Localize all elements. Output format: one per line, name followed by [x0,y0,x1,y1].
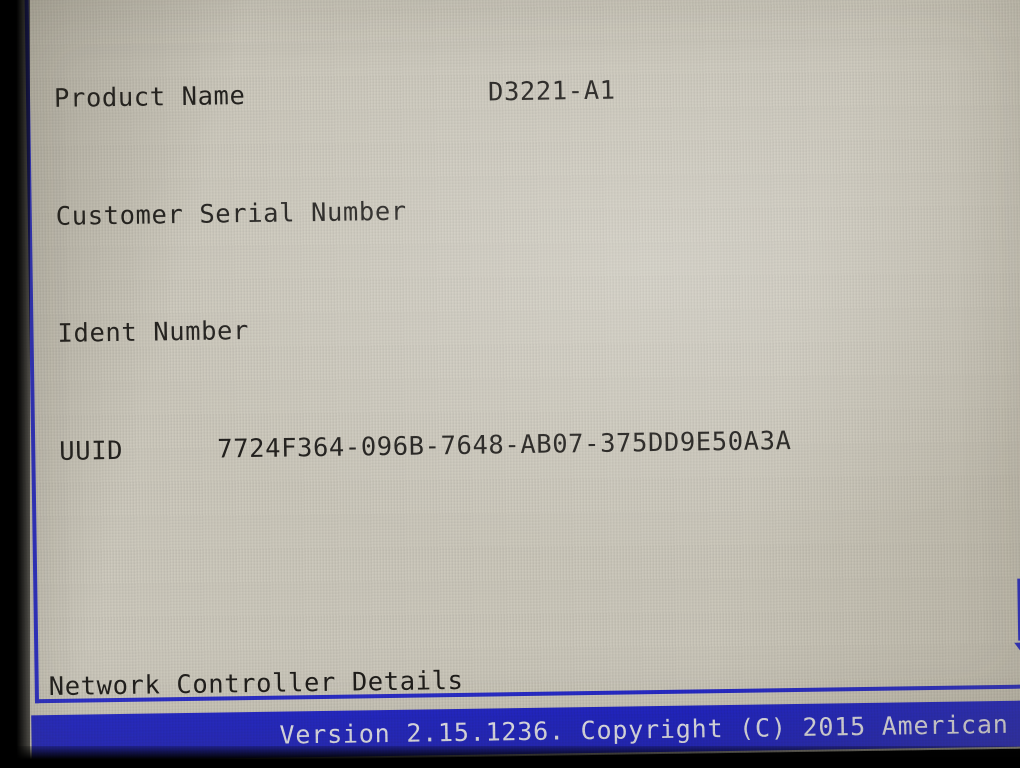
chevron-down-icon[interactable] [1014,642,1020,658]
bios-info-content: Product Name D3221-A1 Customer Serial Nu… [39,0,1020,703]
product-name-row[interactable]: Product Name D3221-A1 [40,71,1020,115]
section-spacer-1 [47,541,1020,585]
uuid-label: UUID [59,435,124,467]
customer-serial-number-label: Customer Serial Number [55,196,407,232]
uuid-value: 7724F364-096B-7648-AB07-375DD9E50A3A [217,426,792,465]
monitor-screen: Board D3221-A12 Product Name D3221-A1 Cu… [0,0,1020,764]
product-name-value: D3221-A1 [487,75,616,108]
ident-number-label: Ident Number [57,316,250,350]
ident-number-row[interactable]: Ident Number [43,306,1020,350]
uuid-row[interactable]: UUID 7724F364-096B-7648-AB07-375DD9E50A3… [45,424,1020,468]
monitor-bezel-bottom [0,746,1020,768]
network-controller-heading-row: Network Controller Details [49,659,1020,703]
network-controller-heading: Network Controller Details [48,666,464,703]
scrollbar[interactable] [1013,578,1020,666]
version-copyright-text: Version 2.15.1236. Copyright (C) 2015 Am… [279,709,1020,750]
monitor-bezel-left [0,0,30,768]
monitor-photo: Board D3221-A12 Product Name D3221-A1 Cu… [0,0,1020,768]
customer-serial-number-row[interactable]: Customer Serial Number [42,188,1020,232]
bios-screen-surface: Board D3221-A12 Product Name D3221-A1 Cu… [0,0,1020,764]
product-name-label: Product Name [53,81,246,115]
